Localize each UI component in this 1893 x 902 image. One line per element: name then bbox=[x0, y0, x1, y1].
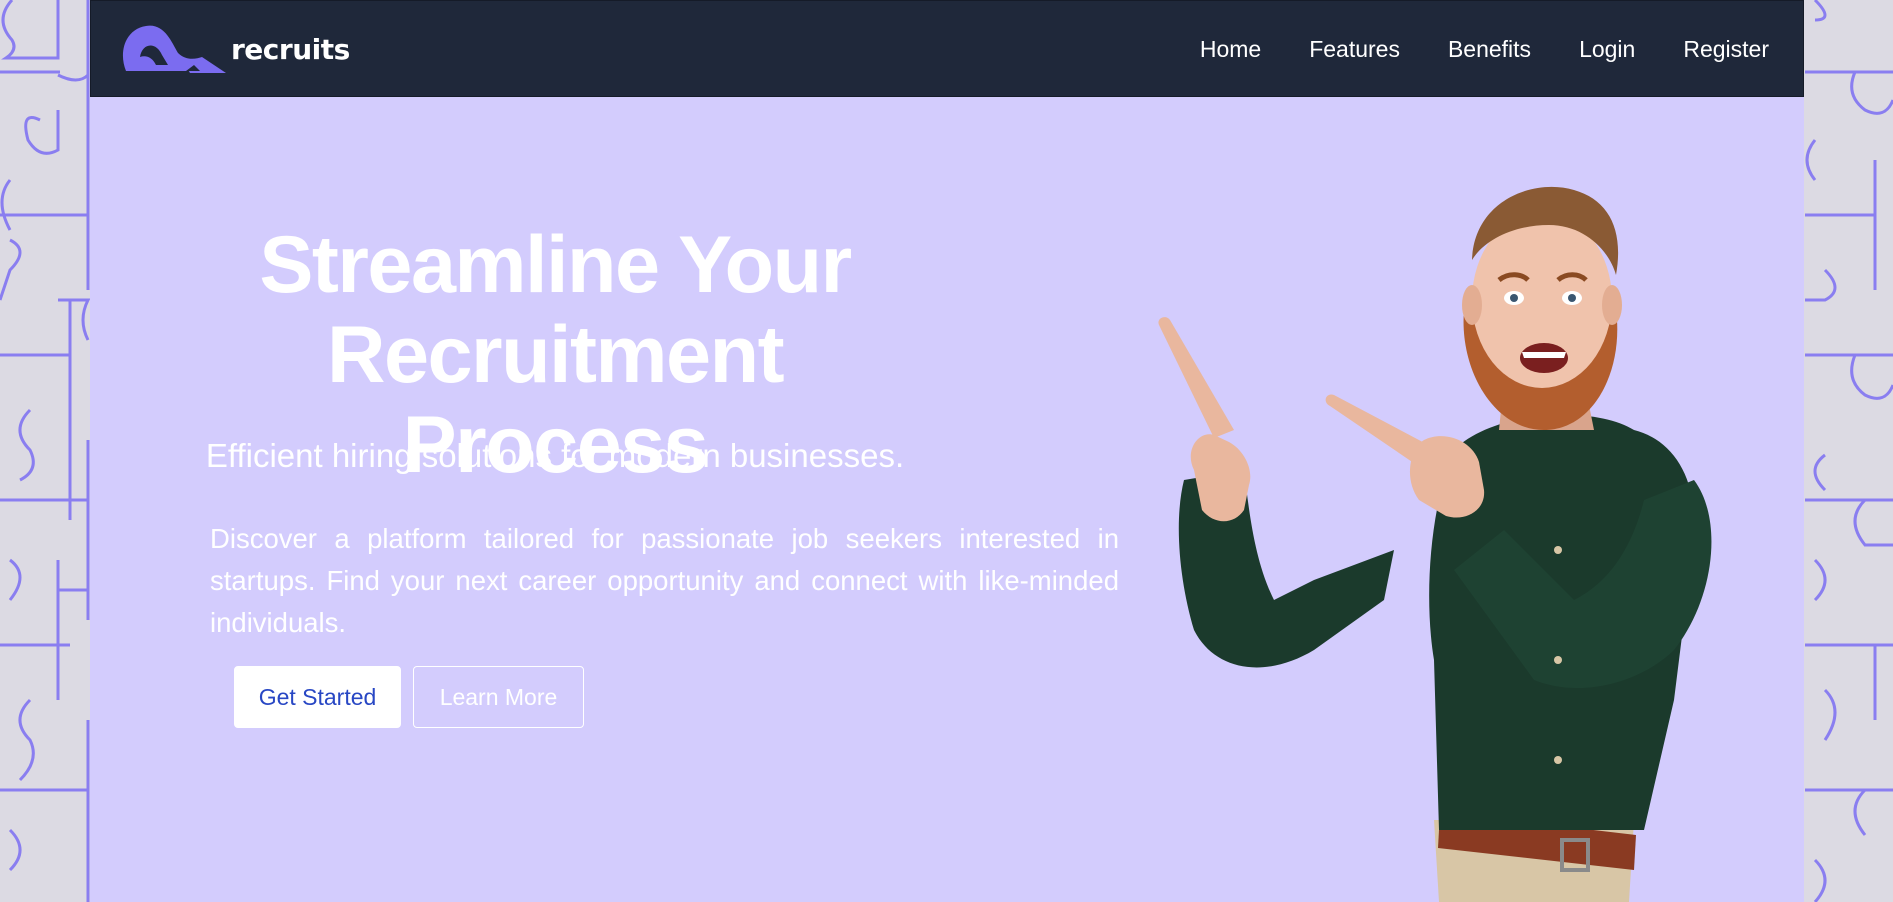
recruits-logo-icon bbox=[122, 25, 226, 73]
puzzle-pattern-left bbox=[0, 0, 90, 902]
puzzle-pattern-right bbox=[1805, 0, 1893, 902]
pointing-man-image bbox=[1158, 186, 1712, 902]
hero-title-line-1: Streamline Your bbox=[259, 220, 852, 310]
nav-features-link[interactable]: Features bbox=[1309, 36, 1400, 63]
landing-page: recruits Home Features Benefits Login Re… bbox=[90, 0, 1804, 902]
nav-links: Home Features Benefits Login Register bbox=[1152, 1, 1769, 98]
nav-home-link[interactable]: Home bbox=[1200, 36, 1261, 63]
brand[interactable]: recruits bbox=[116, 21, 350, 77]
nav-register-link[interactable]: Register bbox=[1683, 36, 1769, 63]
nav-benefits-link[interactable]: Benefits bbox=[1448, 36, 1531, 63]
learn-more-button[interactable]: Learn More bbox=[413, 666, 584, 728]
nav-login-link[interactable]: Login bbox=[1579, 36, 1635, 63]
brand-name: recruits bbox=[231, 32, 350, 66]
hero-subtitle: Efficient hiring solutions for modern bu… bbox=[205, 437, 905, 474]
navbar: recruits Home Features Benefits Login Re… bbox=[90, 0, 1804, 97]
hero-description: Discover a platform tailored for passion… bbox=[210, 523, 1119, 638]
get-started-button[interactable]: Get Started bbox=[234, 666, 401, 728]
